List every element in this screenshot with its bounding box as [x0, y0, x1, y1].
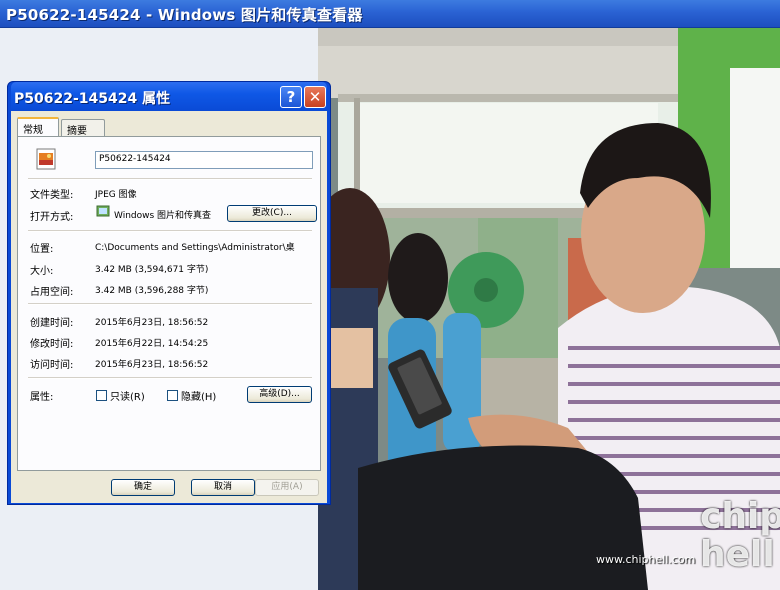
cancel-button[interactable]: 取消 — [191, 479, 255, 496]
separator — [28, 377, 312, 379]
size-value: 3.42 MB (3,594,671 字节) — [95, 265, 209, 275]
logo-line-2: hell — [700, 534, 775, 575]
accessed-label: 访问时间: — [30, 360, 74, 371]
help-button[interactable]: ? — [280, 86, 302, 108]
ok-button[interactable]: 确定 — [111, 479, 175, 496]
separator — [28, 303, 312, 305]
location-label: 位置: — [30, 244, 54, 255]
opens-with-label: 打开方式: — [30, 212, 74, 223]
attributes-label: 属性: — [30, 392, 54, 403]
separator — [28, 178, 312, 180]
modified-value: 2015年6月22日, 14:54:25 — [95, 339, 209, 349]
location-value: C:\Documents and Settings\Administrator\… — [95, 243, 295, 253]
viewer-window-title: P50622-145424 - Windows 图片和传真查看器 — [6, 6, 363, 24]
viewed-photo[interactable]: chip hell www.chiphell.com — [318, 28, 780, 590]
size-on-disk-label: 占用空间: — [30, 287, 74, 298]
size-on-disk-value: 3.42 MB (3,596,288 字节) — [95, 286, 209, 296]
accessed-value: 2015年6月23日, 18:56:52 — [95, 360, 209, 370]
size-label: 大小: — [30, 266, 54, 277]
file-type-label: 文件类型: — [30, 190, 74, 201]
chiphell-logo: chip hell — [700, 498, 780, 574]
picture-viewer-app-icon — [96, 205, 110, 217]
general-tab-panel: P50622-145424 文件类型: JPEG 图像 打开方式: Window… — [17, 136, 321, 471]
dialog-title-bar[interactable]: P50622-145424 属性 ? ✕ — [11, 82, 327, 111]
logo-line-1: chip — [700, 496, 780, 537]
file-type-value: JPEG 图像 — [95, 190, 137, 200]
viewer-title-bar[interactable]: P50622-145424 - Windows 图片和传真查看器 — [0, 0, 780, 28]
change-button[interactable]: 更改(C)... — [227, 205, 317, 222]
separator — [28, 230, 312, 232]
filename-input[interactable]: P50622-145424 — [95, 151, 313, 169]
created-label: 创建时间: — [30, 318, 74, 329]
dialog-body: 摘要 常规 P50622-145424 文件类型: JPEG 图像 打开方式: … — [11, 111, 327, 503]
hidden-checkbox-label[interactable]: 隐藏(H) — [181, 388, 216, 403]
jpeg-file-icon — [36, 148, 56, 170]
advanced-button[interactable]: 高级(D)... — [247, 386, 312, 403]
apply-button[interactable]: 应用(A) — [255, 479, 319, 496]
properties-dialog: P50622-145424 属性 ? ✕ 摘要 常规 P50622-145424… — [7, 81, 331, 505]
tab-general[interactable]: 常规 — [17, 117, 59, 136]
tab-summary[interactable]: 摘要 — [61, 119, 105, 137]
modified-label: 修改时间: — [30, 339, 74, 350]
readonly-checkbox[interactable] — [96, 390, 107, 401]
watermark-url: www.chiphell.com — [596, 553, 696, 566]
hidden-checkbox[interactable] — [167, 390, 178, 401]
readonly-checkbox-label[interactable]: 只读(R) — [110, 388, 145, 403]
dialog-title: P50622-145424 属性 — [14, 91, 171, 107]
created-value: 2015年6月23日, 18:56:52 — [95, 318, 209, 328]
close-button[interactable]: ✕ — [304, 86, 326, 108]
opens-with-value: Windows 图片和传真查 — [114, 211, 212, 221]
